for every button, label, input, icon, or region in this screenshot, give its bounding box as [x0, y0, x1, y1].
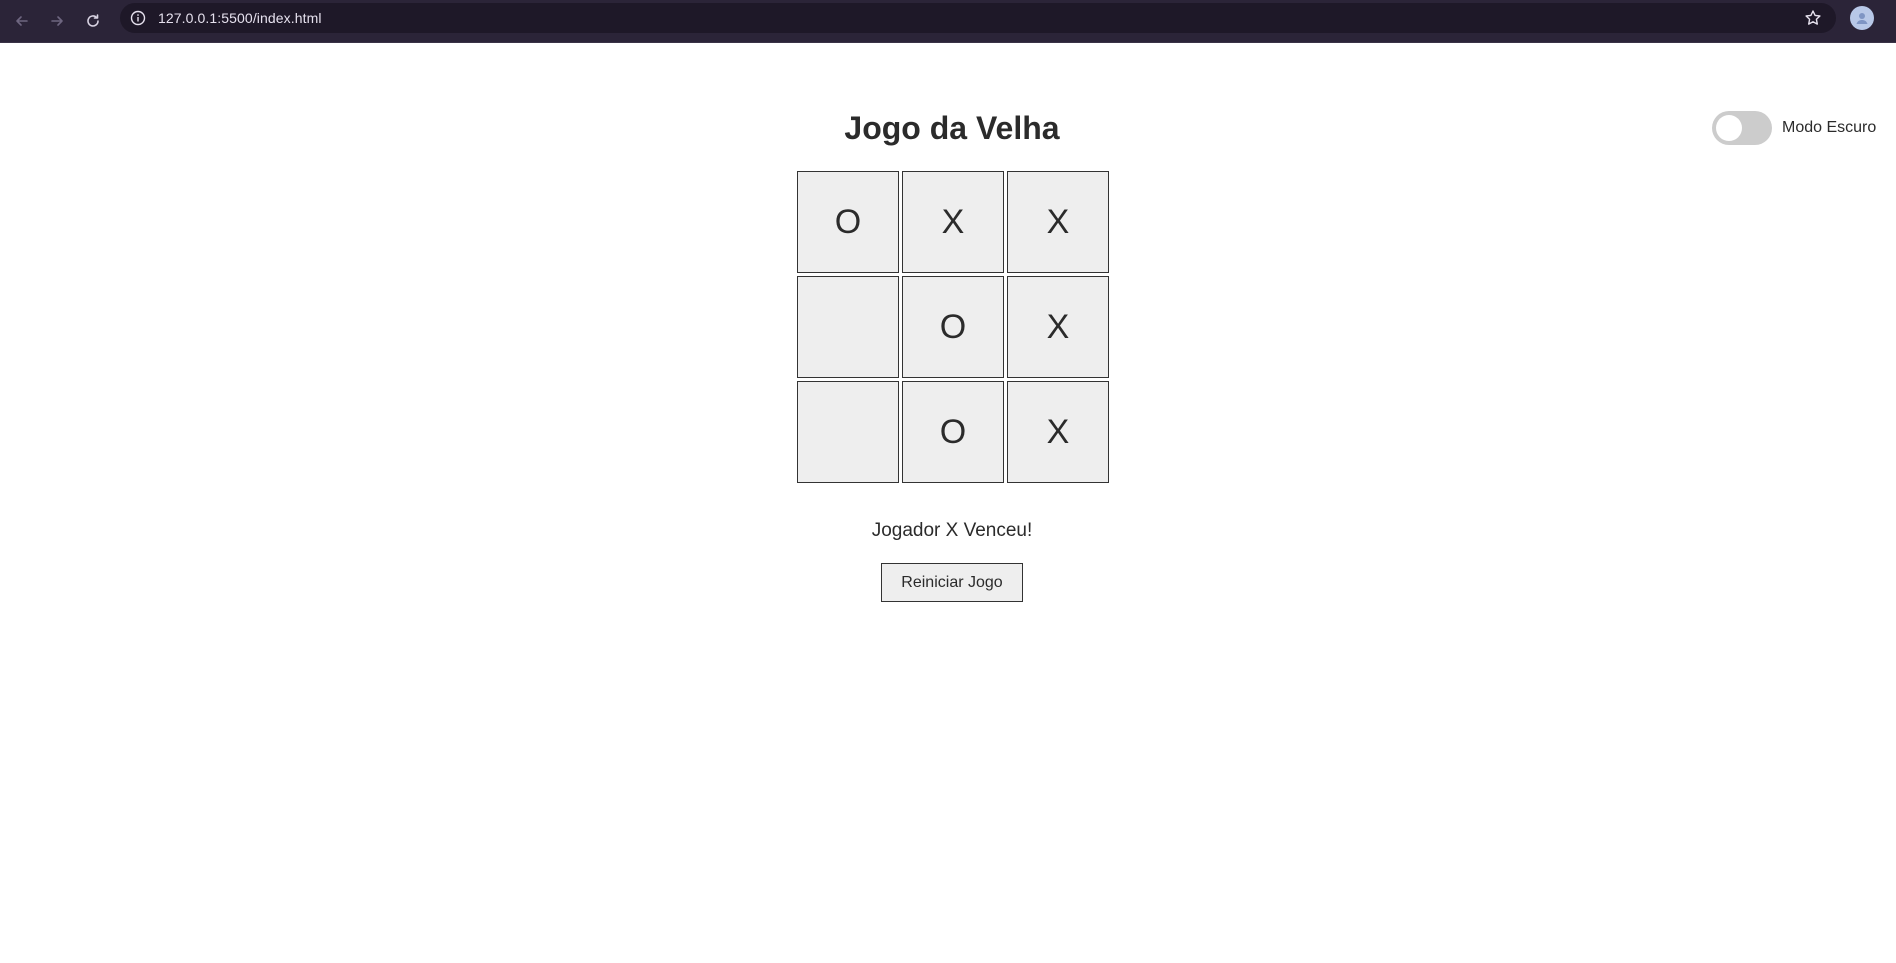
- arrow-right-icon: [51, 16, 63, 26]
- board-cell[interactable]: [797, 381, 899, 483]
- profile-icon: [1856, 13, 1868, 24]
- board-cell[interactable]: O: [902, 276, 1004, 378]
- avatar[interactable]: [1850, 6, 1874, 30]
- browser-toolbar: 127.0.0.1:5500/index.html: [0, 0, 1896, 43]
- game-status: Jogador X Venceu!: [871, 520, 1033, 541]
- dark-mode-label: Modo Escuro: [1782, 119, 1877, 136]
- board-cell[interactable]: O: [902, 381, 1004, 483]
- board-cell[interactable]: X: [1007, 276, 1109, 378]
- toggle-knob: [1716, 115, 1742, 141]
- arrow-left-icon: [16, 16, 28, 26]
- game-board: O X X O X O X: [797, 171, 1111, 485]
- dark-mode-switch[interactable]: Modo Escuro: [1712, 111, 1876, 145]
- board-cell[interactable]: O: [797, 171, 899, 273]
- board-cell[interactable]: [797, 276, 899, 378]
- reload-button[interactable]: [79, 7, 107, 35]
- forward-button[interactable]: [43, 7, 71, 35]
- reload-icon: [87, 14, 99, 27]
- board-cell[interactable]: X: [902, 171, 1004, 273]
- restart-button[interactable]: Reiniciar Jogo: [881, 563, 1023, 602]
- page-title: Jogo da Velha: [844, 110, 1060, 146]
- dark-mode-toggle[interactable]: [1712, 111, 1772, 145]
- address-bar[interactable]: 127.0.0.1:5500/index.html: [120, 3, 1836, 33]
- board-cell[interactable]: X: [1007, 171, 1109, 273]
- back-button[interactable]: [8, 7, 36, 35]
- page-content: Jogo da Velha Modo Escuro O X X O X O X …: [0, 43, 1896, 963]
- info-icon[interactable]: [130, 10, 146, 26]
- board-cell[interactable]: X: [1007, 381, 1109, 483]
- url-text[interactable]: 127.0.0.1:5500/index.html: [158, 10, 322, 26]
- star-icon[interactable]: [1804, 9, 1822, 27]
